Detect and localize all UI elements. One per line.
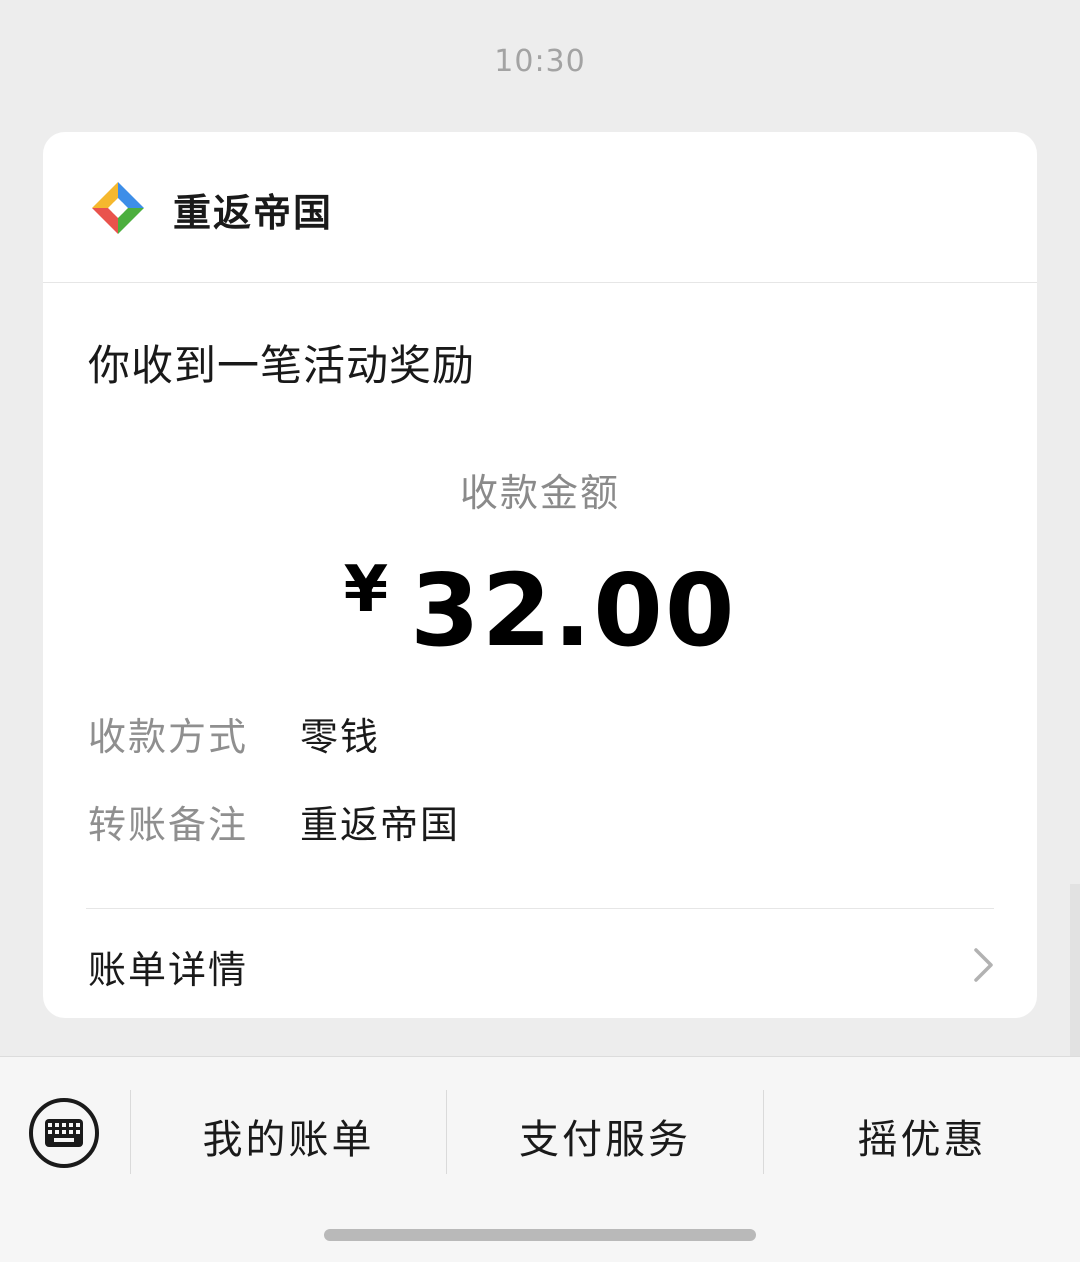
chevron-right-icon [974, 948, 993, 982]
currency-symbol: ¥ [343, 553, 389, 627]
card-header[interactable]: 重返帝国 [43, 132, 1037, 283]
detail-value: 零钱 [300, 715, 381, 759]
menu-my-bills[interactable]: 我的账单 [131, 1107, 446, 1163]
detail-value: 重返帝国 [300, 803, 461, 847]
detail-key: 转账备注 [88, 803, 249, 847]
detail-row-payment-method: 收款方式 零钱 [88, 706, 988, 759]
message-timestamp: 10:30 [494, 44, 586, 79]
amount-display: ¥32.00 [43, 552, 1037, 669]
detail-key: 收款方式 [88, 715, 249, 759]
amount-label: 收款金额 [459, 471, 620, 515]
colorful-diamond-icon [92, 182, 144, 234]
home-indicator[interactable] [324, 1229, 756, 1241]
payment-notification-card[interactable]: 重返帝国 你收到一笔活动奖励 收款金额 ¥32.00 收款方式 零钱 转账备注 … [43, 132, 1037, 1018]
keyboard-icon[interactable] [28, 1097, 100, 1169]
menu-payment-services[interactable]: 支付服务 [447, 1107, 763, 1163]
service-menu-bar: 我的账单 支付服务 摇优惠 [0, 1056, 1080, 1262]
bill-detail-label: 账单详情 [88, 948, 249, 992]
menu-shake-deals[interactable]: 摇优惠 [764, 1107, 1080, 1163]
brand-name: 重返帝国 [173, 191, 334, 235]
bill-detail-row[interactable]: 账单详情 [43, 909, 1037, 1018]
card-title: 你收到一笔活动奖励 [88, 341, 476, 390]
detail-row-transfer-note: 转账备注 重返帝国 [88, 794, 988, 847]
amount-value: 32.00 [410, 552, 737, 669]
scrollbar[interactable] [1070, 884, 1080, 1056]
